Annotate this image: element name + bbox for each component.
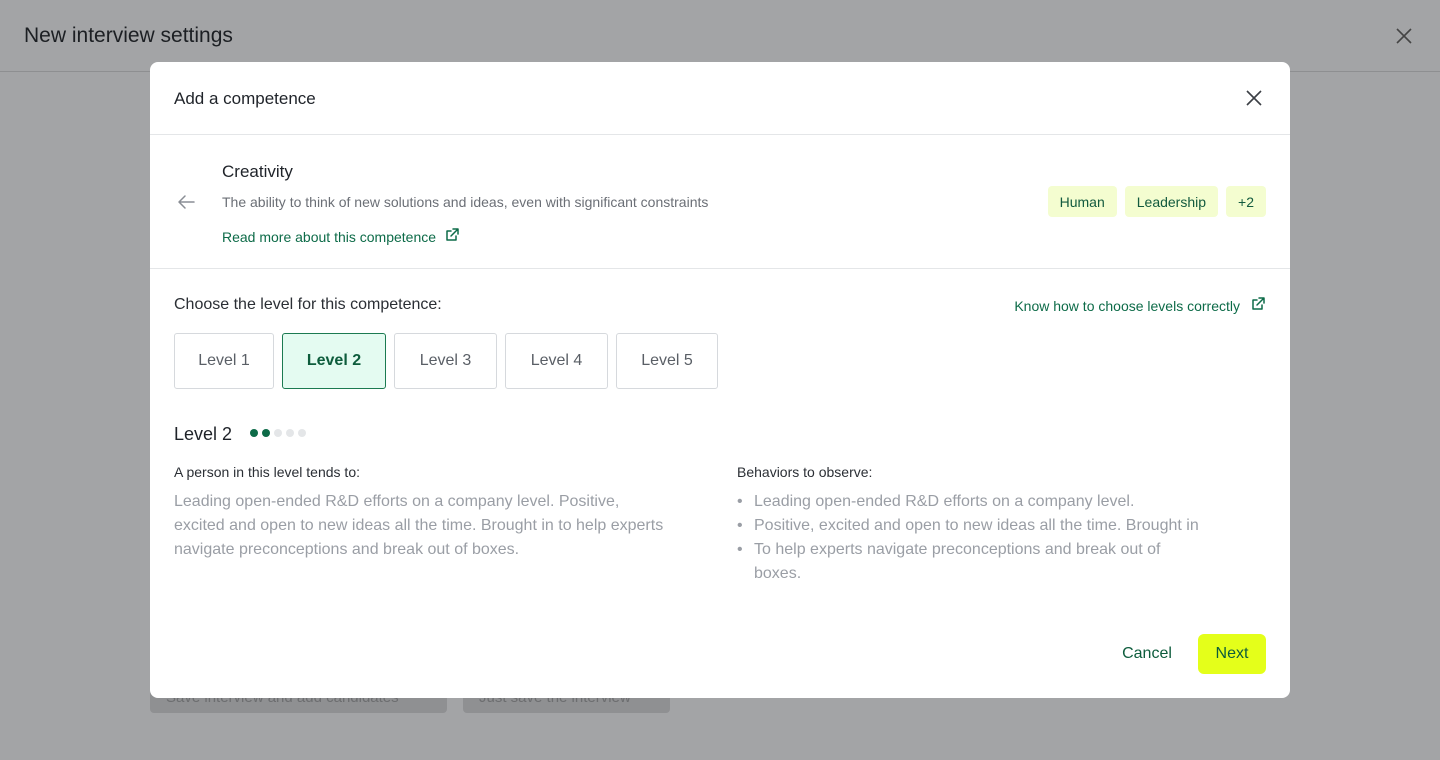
list-item: Leading open-ended R&D efforts on a comp… bbox=[737, 490, 1207, 514]
level-4-button[interactable]: Level 4 bbox=[505, 333, 608, 389]
competence-summary: Creativity The ability to think of new s… bbox=[150, 135, 1290, 269]
level-2-button[interactable]: Level 2 bbox=[282, 333, 386, 389]
list-item: Positive, excited and open to new ideas … bbox=[737, 514, 1207, 538]
competence-name: Creativity bbox=[222, 162, 293, 181]
know-levels-label: Know how to choose levels correctly bbox=[1014, 297, 1240, 314]
level-dot bbox=[250, 429, 258, 437]
back-arrow-icon[interactable] bbox=[174, 190, 198, 214]
know-levels-link[interactable]: Know how to choose levels correctly bbox=[1014, 296, 1266, 315]
choose-level-label: Choose the level for this competence: bbox=[174, 296, 442, 313]
tag-more[interactable]: +2 bbox=[1226, 186, 1266, 217]
level-indicator-dots bbox=[250, 429, 306, 437]
level-selector: Level 1 Level 2 Level 3 Level 4 Level 5 bbox=[174, 333, 718, 389]
tag-human: Human bbox=[1047, 186, 1117, 217]
external-link-icon bbox=[444, 227, 460, 246]
behaviors-heading: Behaviors to observe: bbox=[737, 464, 873, 480]
level-dot bbox=[274, 429, 282, 437]
level-dot bbox=[262, 429, 270, 437]
level-detail-title: Level 2 bbox=[174, 424, 233, 444]
behaviors-list: Leading open-ended R&D efforts on a comp… bbox=[737, 490, 1207, 586]
list-item: To help experts navigate preconceptions … bbox=[737, 538, 1207, 586]
read-more-link[interactable]: Read more about this competence bbox=[222, 227, 460, 246]
tends-text: Leading open-ended R&D efforts on a comp… bbox=[174, 493, 664, 558]
page-title: New interview settings bbox=[24, 24, 233, 47]
level-dot bbox=[298, 429, 306, 437]
read-more-label: Read more about this competence bbox=[222, 228, 437, 245]
level-3-button[interactable]: Level 3 bbox=[394, 333, 497, 389]
external-link-icon bbox=[1250, 296, 1266, 315]
level-dot bbox=[286, 429, 294, 437]
level-1-button[interactable]: Level 1 bbox=[174, 333, 274, 389]
tends-heading: A person in this level tends to: bbox=[174, 464, 360, 480]
close-icon[interactable] bbox=[1242, 86, 1266, 110]
next-button[interactable]: Next bbox=[1198, 634, 1266, 674]
level-5-button[interactable]: Level 5 bbox=[616, 333, 718, 389]
tag-leadership: Leadership bbox=[1124, 186, 1219, 217]
modal-title: Add a competence bbox=[174, 89, 316, 108]
competence-tags: Human Leadership +2 bbox=[1047, 186, 1266, 217]
modal-header: Add a competence bbox=[150, 62, 1290, 135]
competence-description: The ability to think of new solutions an… bbox=[222, 194, 709, 210]
close-icon[interactable] bbox=[1392, 24, 1416, 48]
cancel-button[interactable]: Cancel bbox=[1110, 634, 1184, 674]
add-competence-modal: Add a competence Creativity The ability … bbox=[150, 62, 1290, 698]
